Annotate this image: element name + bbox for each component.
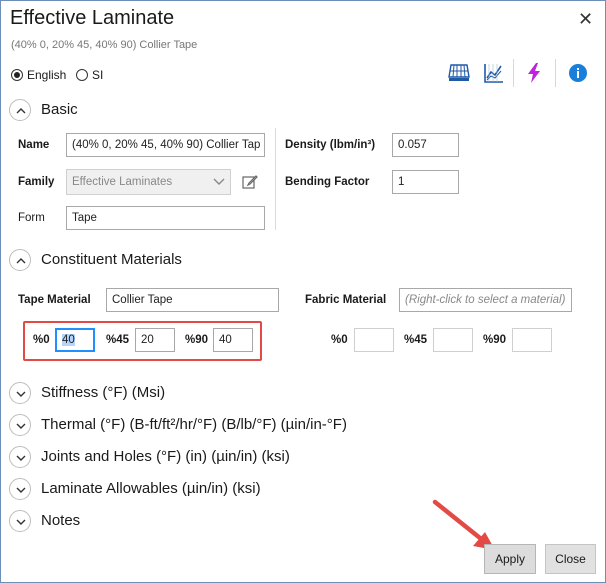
tape-pct0-input[interactable]: 40 — [55, 328, 95, 352]
lightning-icon[interactable] — [522, 61, 546, 85]
chevron-up-icon — [16, 108, 26, 114]
close-button[interactable]: Close — [545, 544, 596, 574]
chevron-down-icon — [16, 487, 26, 493]
section-constituent-title: Constituent Materials — [41, 251, 182, 268]
density-label: Density (lbm/in³) — [285, 139, 376, 151]
expand-stiffness-button[interactable] — [9, 382, 31, 404]
chevron-down-icon — [213, 178, 225, 185]
form-label: Form — [18, 212, 45, 224]
tape-pct0-label: %0 — [33, 334, 50, 346]
toolbar-separator — [513, 59, 514, 87]
family-select[interactable]: Effective Laminates — [66, 169, 231, 195]
tape-pct90-label: %90 — [185, 334, 209, 346]
fabric-pct0-label: %0 — [331, 334, 348, 346]
fabric-pct90-input[interactable] — [512, 328, 552, 352]
tape-pct45-input[interactable]: 20 — [135, 328, 175, 352]
family-label: Family — [18, 176, 55, 188]
density-input[interactable]: 0.057 — [392, 133, 459, 157]
name-label: Name — [18, 139, 50, 151]
chevron-down-icon — [16, 423, 26, 429]
tape-material-input[interactable]: Collier Tape — [106, 288, 279, 312]
tape-pct90-input[interactable]: 40 — [213, 328, 253, 352]
chart-icon[interactable] — [482, 61, 506, 85]
section-allowables-title: Laminate Allowables (µin/in) (ksi) — [41, 480, 261, 497]
form-input[interactable]: Tape — [66, 206, 265, 230]
fabric-pct0-input[interactable] — [354, 328, 394, 352]
units-si-radio[interactable]: SI — [76, 66, 103, 84]
dialog-subtitle: (40% 0, 20% 45, 40% 90) Collier Tape — [11, 39, 198, 51]
chevron-down-icon — [16, 391, 26, 397]
section-basic-title: Basic — [41, 101, 78, 118]
section-thermal-title: Thermal (°F) (B-ft/ft²/hr/°F) (B/lb/°F) … — [41, 416, 347, 433]
expand-allowables-button[interactable] — [9, 478, 31, 500]
fabric-pct45-label: %45 — [404, 334, 428, 346]
units-english-label: English — [27, 67, 67, 82]
section-stiffness-title: Stiffness (°F) (Msi) — [41, 384, 166, 401]
laminate-icon[interactable] — [447, 61, 471, 85]
chevron-down-icon — [16, 455, 26, 461]
apply-button[interactable]: Apply — [484, 544, 536, 574]
radio-unselected-indicator — [76, 68, 88, 81]
family-select-value: Effective Laminates — [72, 176, 173, 188]
chevron-up-icon — [16, 258, 26, 264]
tape-pct45-label: %45 — [106, 334, 130, 346]
dialog-title: Effective Laminate — [10, 7, 175, 29]
radio-selected-indicator — [11, 68, 23, 81]
fabric-material-label: Fabric Material — [305, 294, 387, 306]
bending-factor-input[interactable]: 1 — [392, 170, 459, 194]
close-icon[interactable]: ✕ — [578, 9, 593, 30]
name-input[interactable]: (40% 0, 20% 45, 40% 90) Collier Tap — [66, 133, 265, 157]
bending-factor-label: Bending Factor — [285, 176, 370, 188]
expand-notes-button[interactable] — [9, 510, 31, 532]
units-english-radio[interactable]: English — [11, 66, 66, 84]
tape-pct0-value: 40 — [62, 334, 75, 346]
column-divider — [275, 128, 276, 230]
expand-joints-button[interactable] — [9, 446, 31, 468]
expand-thermal-button[interactable] — [9, 414, 31, 436]
fabric-material-input[interactable]: (Right-click to select a material) — [399, 288, 572, 312]
tape-material-label: Tape Material — [18, 294, 91, 306]
fabric-pct90-label: %90 — [483, 334, 507, 346]
info-icon[interactable] — [566, 61, 590, 85]
collapse-basic-button[interactable] — [9, 99, 31, 121]
section-notes-title: Notes — [41, 512, 81, 529]
edit-icon[interactable] — [241, 173, 259, 191]
toolbar-separator — [555, 59, 556, 87]
collapse-constituent-button[interactable] — [9, 249, 31, 271]
fabric-pct45-input[interactable] — [433, 328, 473, 352]
units-si-label: SI — [92, 67, 104, 82]
chevron-down-icon — [16, 519, 26, 525]
section-joints-title: Joints and Holes (°F) (in) (µin/in) (ksi… — [41, 448, 290, 465]
